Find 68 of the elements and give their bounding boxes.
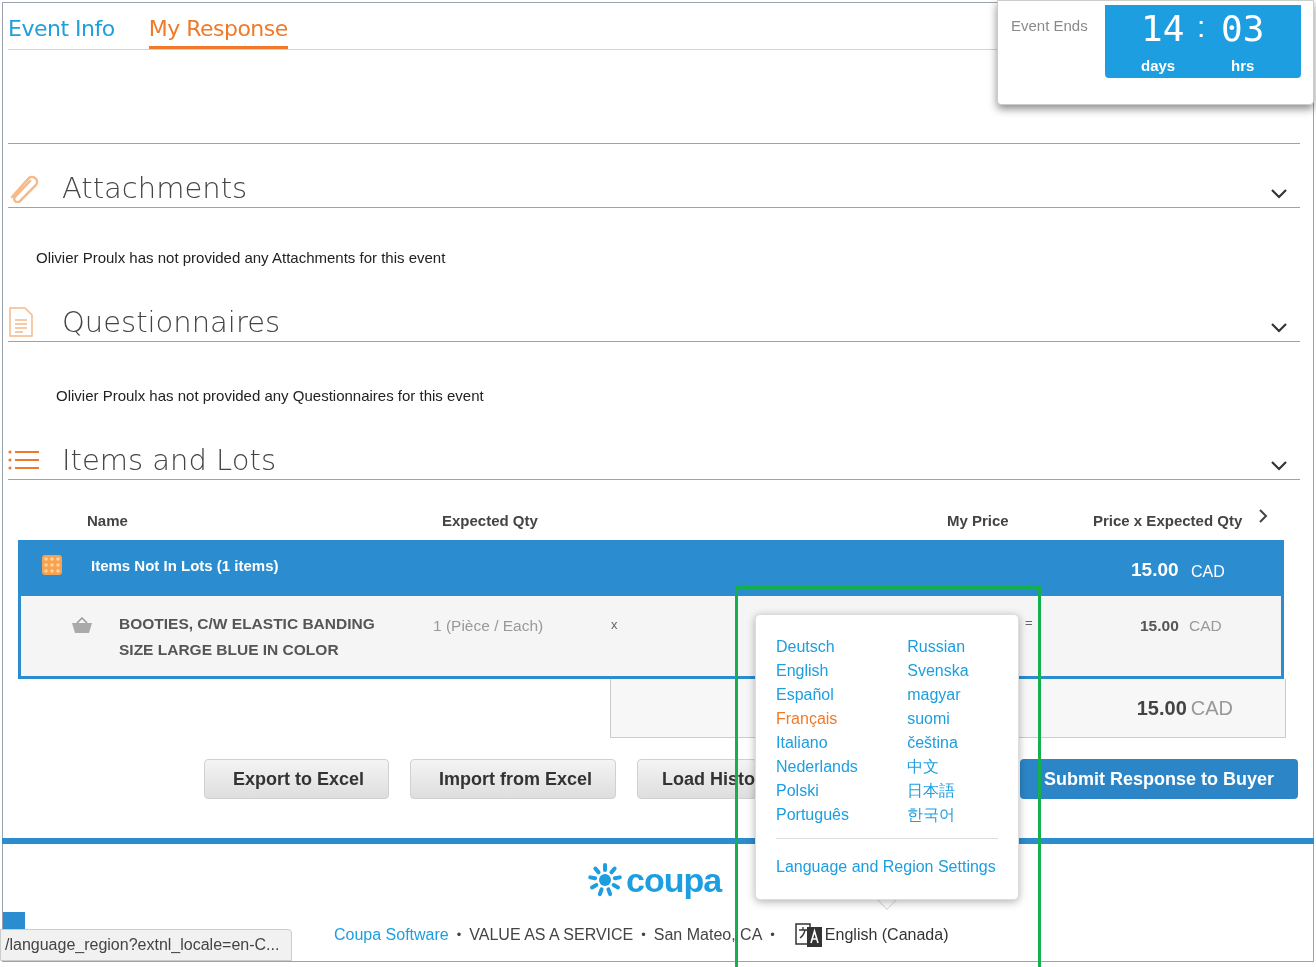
list-icon: [8, 449, 40, 470]
hours-unit: hrs: [1231, 56, 1255, 76]
footer-tagline: VALUE AS A SERVICE: [469, 925, 634, 945]
language-option[interactable]: magyar: [907, 684, 1018, 705]
lot-title: Items Not In Lots (1 items): [91, 556, 279, 576]
translate-icon[interactable]: [794, 921, 823, 949]
column-header: Name: [87, 511, 128, 531]
status-url: /language_region?extnl_locale=en-C...: [0, 929, 293, 961]
language-option[interactable]: čeština: [907, 732, 1018, 753]
action-button[interactable]: Import from Excel: [410, 759, 616, 799]
equals-sign: =: [1025, 614, 1033, 632]
footer-link[interactable]: Coupa Software: [334, 923, 449, 947]
item-total: 15.00: [1140, 616, 1179, 636]
language-option[interactable]: Español: [776, 684, 908, 705]
language-option[interactable]: 日本語: [907, 780, 1018, 801]
language-option[interactable]: Français: [776, 708, 908, 729]
empty-message: Olivier Proulx has not provided any Questionnaires for this event: [56, 387, 484, 404]
coupa-logo: coupa: [586, 862, 722, 898]
chevron-down-icon[interactable]: [1270, 321, 1288, 334]
column-header: Expected Qty: [442, 511, 538, 531]
lot-total: 15.00: [1131, 558, 1179, 582]
section-title: Items and Lots: [62, 441, 277, 478]
settings-link[interactable]: Language and Region Settings: [776, 855, 1018, 879]
language-option[interactable]: suomi: [907, 708, 1018, 729]
language-option[interactable]: Deutsch: [776, 636, 908, 657]
language-option[interactable]: Italiano: [776, 732, 908, 753]
countdown-days: 14: [1141, 7, 1185, 51]
item-quantity: 1 (Pièce / Each): [433, 616, 544, 636]
language-option[interactable]: Svenska: [907, 660, 1018, 681]
partial-widget: [3, 912, 25, 930]
section-title: Questionnaires: [62, 303, 282, 340]
multiply-sign: x: [611, 616, 618, 634]
column-header: Price x Expected Qty: [1093, 511, 1243, 531]
language-option[interactable]: Polski: [776, 780, 908, 801]
separator-dot: •: [456, 926, 462, 945]
language-option[interactable]: Português: [776, 804, 908, 825]
separator-dot: •: [641, 926, 646, 945]
currency: CAD: [1191, 562, 1225, 582]
countdown-hours: 03: [1221, 7, 1265, 51]
days-unit: days: [1141, 56, 1176, 76]
tab[interactable]: My Response: [148, 14, 288, 49]
chevron-down-icon[interactable]: [1270, 459, 1288, 472]
action-button[interactable]: Export to Excel: [204, 759, 389, 799]
grand-total: 15.00: [1136, 696, 1187, 721]
chevron-down-icon[interactable]: [1270, 187, 1288, 200]
submit-button[interactable]: Submit Response to Buyer: [1020, 759, 1298, 799]
timer-label: Event Ends: [1011, 16, 1088, 36]
language-option[interactable]: Nederlands: [776, 756, 908, 777]
language-option[interactable]: English: [776, 660, 908, 681]
separator-dot: •: [770, 926, 775, 945]
document-icon: [8, 305, 34, 338]
column-header: My Price: [947, 511, 1009, 531]
language-option[interactable]: Russian: [907, 636, 1018, 657]
language-option[interactable]: 한국어: [907, 804, 1018, 825]
basket-icon: [71, 616, 93, 634]
lot-row[interactable]: Items Not In Lots (1 items) 15.00 CAD: [21, 540, 1281, 596]
footer-location: San Mateo, CA: [653, 925, 763, 945]
language-option[interactable]: 中文: [907, 756, 1018, 777]
currency: CAD: [1190, 696, 1233, 721]
language-link[interactable]: English (Canada): [824, 923, 949, 947]
tab[interactable]: Event Info: [8, 14, 115, 49]
section-title: Attachments: [62, 169, 249, 206]
countdown-separator: :: [1197, 9, 1206, 45]
empty-message: Olivier Proulx has not provided any Attachments for this event: [36, 249, 446, 266]
chevron-right-icon[interactable]: [1258, 508, 1268, 524]
grid-icon: [42, 555, 62, 575]
item-name: BOOTIES, C/W ELASTIC BANDING SIZE LARGE BLUE IN COLOR: [119, 614, 376, 660]
currency: CAD: [1189, 616, 1222, 636]
